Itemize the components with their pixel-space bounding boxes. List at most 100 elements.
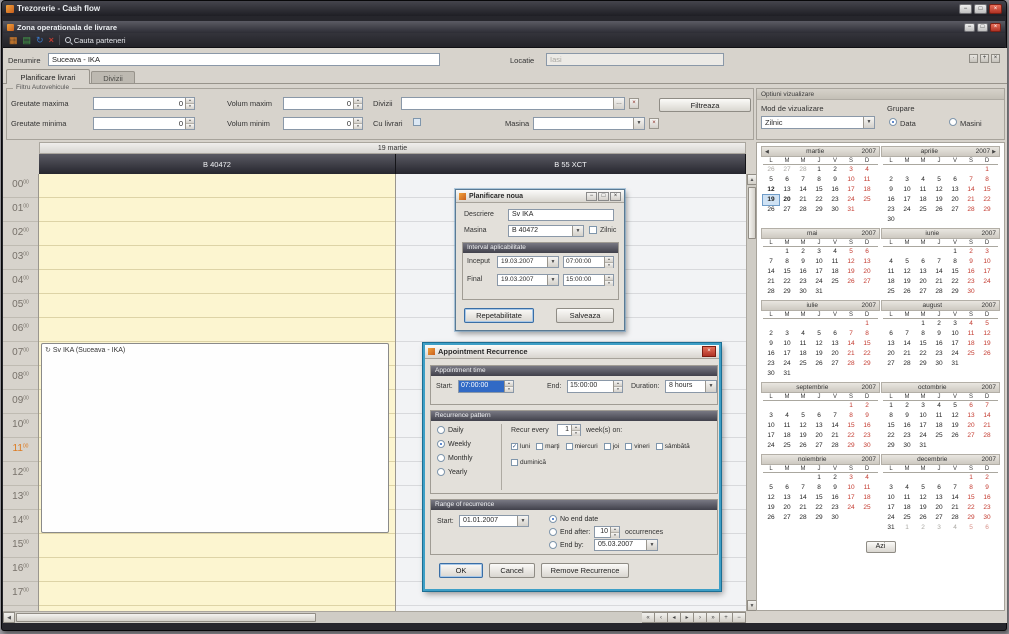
day-cell[interactable]: 29 bbox=[963, 513, 979, 523]
day-cell[interactable]: 21 bbox=[947, 503, 963, 513]
divizii-combo[interactable]: … bbox=[401, 97, 625, 110]
day-cell[interactable]: 9 bbox=[931, 329, 947, 339]
weekday-luni[interactable]: ✓luni bbox=[511, 443, 530, 450]
view-mode-value[interactable]: Zilnic bbox=[762, 117, 863, 128]
day-cell[interactable]: 18 bbox=[963, 339, 979, 349]
day-cell[interactable]: 1 bbox=[979, 165, 995, 175]
day-cell[interactable]: 16 bbox=[763, 349, 779, 359]
day-cell[interactable]: 20 bbox=[883, 349, 899, 359]
day-cell[interactable]: 4 bbox=[947, 523, 963, 533]
spinner-arrows-icon[interactable]: ▲▼ bbox=[610, 527, 619, 537]
day-cell[interactable]: 9 bbox=[899, 411, 915, 421]
day-cell[interactable]: 29 bbox=[779, 287, 795, 297]
vertical-scroll-thumb[interactable] bbox=[748, 187, 756, 239]
day-cell[interactable]: 4 bbox=[779, 411, 795, 421]
day-cell[interactable]: 20 bbox=[779, 503, 795, 513]
range-start-value[interactable]: 01.01.2007 bbox=[460, 516, 517, 526]
day-cell[interactable]: 2 bbox=[883, 175, 899, 185]
day-cell[interactable]: 27 bbox=[811, 441, 827, 451]
day-cell[interactable]: 18 bbox=[827, 267, 843, 277]
weekday-duminica[interactable]: duminică bbox=[511, 459, 546, 466]
end-by-radio[interactable] bbox=[549, 541, 557, 549]
day-cell[interactable]: 23 bbox=[979, 503, 995, 513]
day-cell[interactable]: 28 bbox=[947, 513, 963, 523]
day-cell[interactable]: 2 bbox=[827, 165, 843, 175]
day-cell[interactable]: 26 bbox=[795, 441, 811, 451]
last-icon[interactable]: » bbox=[707, 612, 720, 623]
refresh-icon[interactable]: ↻ bbox=[36, 36, 44, 45]
day-cell[interactable]: 21 bbox=[899, 349, 915, 359]
day-cell[interactable]: 9 bbox=[827, 483, 843, 493]
chevron-down-icon[interactable]: ▼ bbox=[633, 118, 644, 129]
day-cell[interactable]: 19 bbox=[899, 277, 915, 287]
day-cell[interactable]: 15 bbox=[979, 185, 995, 195]
day-cell[interactable]: 13 bbox=[779, 185, 795, 195]
day-cell[interactable]: 2 bbox=[915, 523, 931, 533]
greutate-maxima-value[interactable]: 0 bbox=[94, 98, 185, 109]
day-cell[interactable]: 24 bbox=[811, 277, 827, 287]
day-cell[interactable]: 22 bbox=[779, 277, 795, 287]
clear-masina-icon[interactable]: × bbox=[649, 118, 659, 129]
day-cell[interactable]: 2 bbox=[859, 401, 875, 411]
day-cell[interactable]: 17 bbox=[899, 195, 915, 205]
end-time-value[interactable]: 15:00:00 bbox=[568, 381, 613, 392]
prev-icon[interactable]: ◂ bbox=[668, 612, 681, 623]
start-time-stepper[interactable]: 07:00:00 ▲▼ bbox=[458, 380, 514, 393]
day-cell[interactable]: 13 bbox=[931, 493, 947, 503]
day-cell[interactable]: 24 bbox=[915, 431, 931, 441]
grupare-data-radio[interactable] bbox=[889, 118, 897, 126]
day-cell[interactable]: 22 bbox=[811, 195, 827, 205]
day-cell[interactable]: 23 bbox=[827, 195, 843, 205]
day-cell[interactable]: 10 bbox=[899, 185, 915, 195]
day-cell[interactable]: 12 bbox=[915, 493, 931, 503]
day-cell[interactable]: 1 bbox=[915, 319, 931, 329]
day-cell[interactable]: 5 bbox=[899, 257, 915, 267]
add-icon[interactable]: + bbox=[980, 54, 989, 63]
day-cell[interactable]: 14 bbox=[931, 267, 947, 277]
close-panel-icon[interactable]: × bbox=[991, 54, 1000, 63]
child-minimize-icon[interactable]: − bbox=[964, 23, 975, 32]
day-cell[interactable]: 10 bbox=[763, 421, 779, 431]
day-cell[interactable]: 3 bbox=[843, 165, 859, 175]
day-cell[interactable]: 16 bbox=[859, 421, 875, 431]
day-cell[interactable]: 30 bbox=[763, 369, 779, 379]
day-cell[interactable]: 2 bbox=[763, 329, 779, 339]
day-cell[interactable]: 12 bbox=[795, 421, 811, 431]
day-cell[interactable]: 14 bbox=[795, 185, 811, 195]
day-cell[interactable]: 23 bbox=[827, 503, 843, 513]
day-cell[interactable]: 2 bbox=[979, 473, 995, 483]
dialog-close-icon[interactable]: × bbox=[610, 192, 621, 201]
checkbox-icon[interactable] bbox=[604, 443, 611, 450]
day-cell[interactable]: 8 bbox=[811, 483, 827, 493]
masina-dialog-value[interactable]: B 40472 bbox=[509, 226, 572, 236]
scroll-left-icon[interactable]: ◀ bbox=[3, 612, 15, 623]
day-cell[interactable]: 8 bbox=[979, 175, 995, 185]
day-cell[interactable]: 16 bbox=[963, 267, 979, 277]
day-cell[interactable]: 5 bbox=[931, 175, 947, 185]
appointment-block[interactable]: ↻Sv IKA (Suceava - IKA) bbox=[41, 343, 389, 533]
day-cell[interactable]: 28 bbox=[763, 287, 779, 297]
day-cell[interactable]: 25 bbox=[859, 195, 875, 205]
day-cell[interactable]: 16 bbox=[979, 493, 995, 503]
day-cell[interactable]: 11 bbox=[883, 267, 899, 277]
day-cell[interactable]: 15 bbox=[963, 493, 979, 503]
spinner-arrows-icon[interactable]: ▲▼ bbox=[185, 118, 194, 129]
grupare-masini-radio[interactable] bbox=[949, 118, 957, 126]
end-by-value[interactable]: 05.03.2007 bbox=[595, 540, 646, 550]
day-cell[interactable]: 23 bbox=[883, 205, 899, 215]
day-cell[interactable]: 12 bbox=[811, 339, 827, 349]
final-date-value[interactable]: 19.03.2007 bbox=[498, 275, 547, 285]
day-cell[interactable]: 20 bbox=[811, 431, 827, 441]
masina-combo[interactable]: ▼ bbox=[533, 117, 645, 130]
child-close-icon[interactable]: × bbox=[990, 23, 1001, 32]
day-cell[interactable]: 11 bbox=[779, 421, 795, 431]
horizontal-scrollbar[interactable]: ◀ «‹◂▸›»+− bbox=[3, 611, 746, 623]
ellipsis-icon[interactable]: … bbox=[613, 98, 624, 109]
daily-radio[interactable] bbox=[437, 426, 445, 434]
day-cell[interactable]: 23 bbox=[763, 359, 779, 369]
day-cell[interactable]: 10 bbox=[779, 339, 795, 349]
prev-fast-icon[interactable]: ‹ bbox=[655, 612, 668, 623]
day-cell[interactable]: 19 bbox=[811, 349, 827, 359]
day-cell[interactable]: 17 bbox=[763, 431, 779, 441]
day-cell[interactable]: 20 bbox=[963, 421, 979, 431]
